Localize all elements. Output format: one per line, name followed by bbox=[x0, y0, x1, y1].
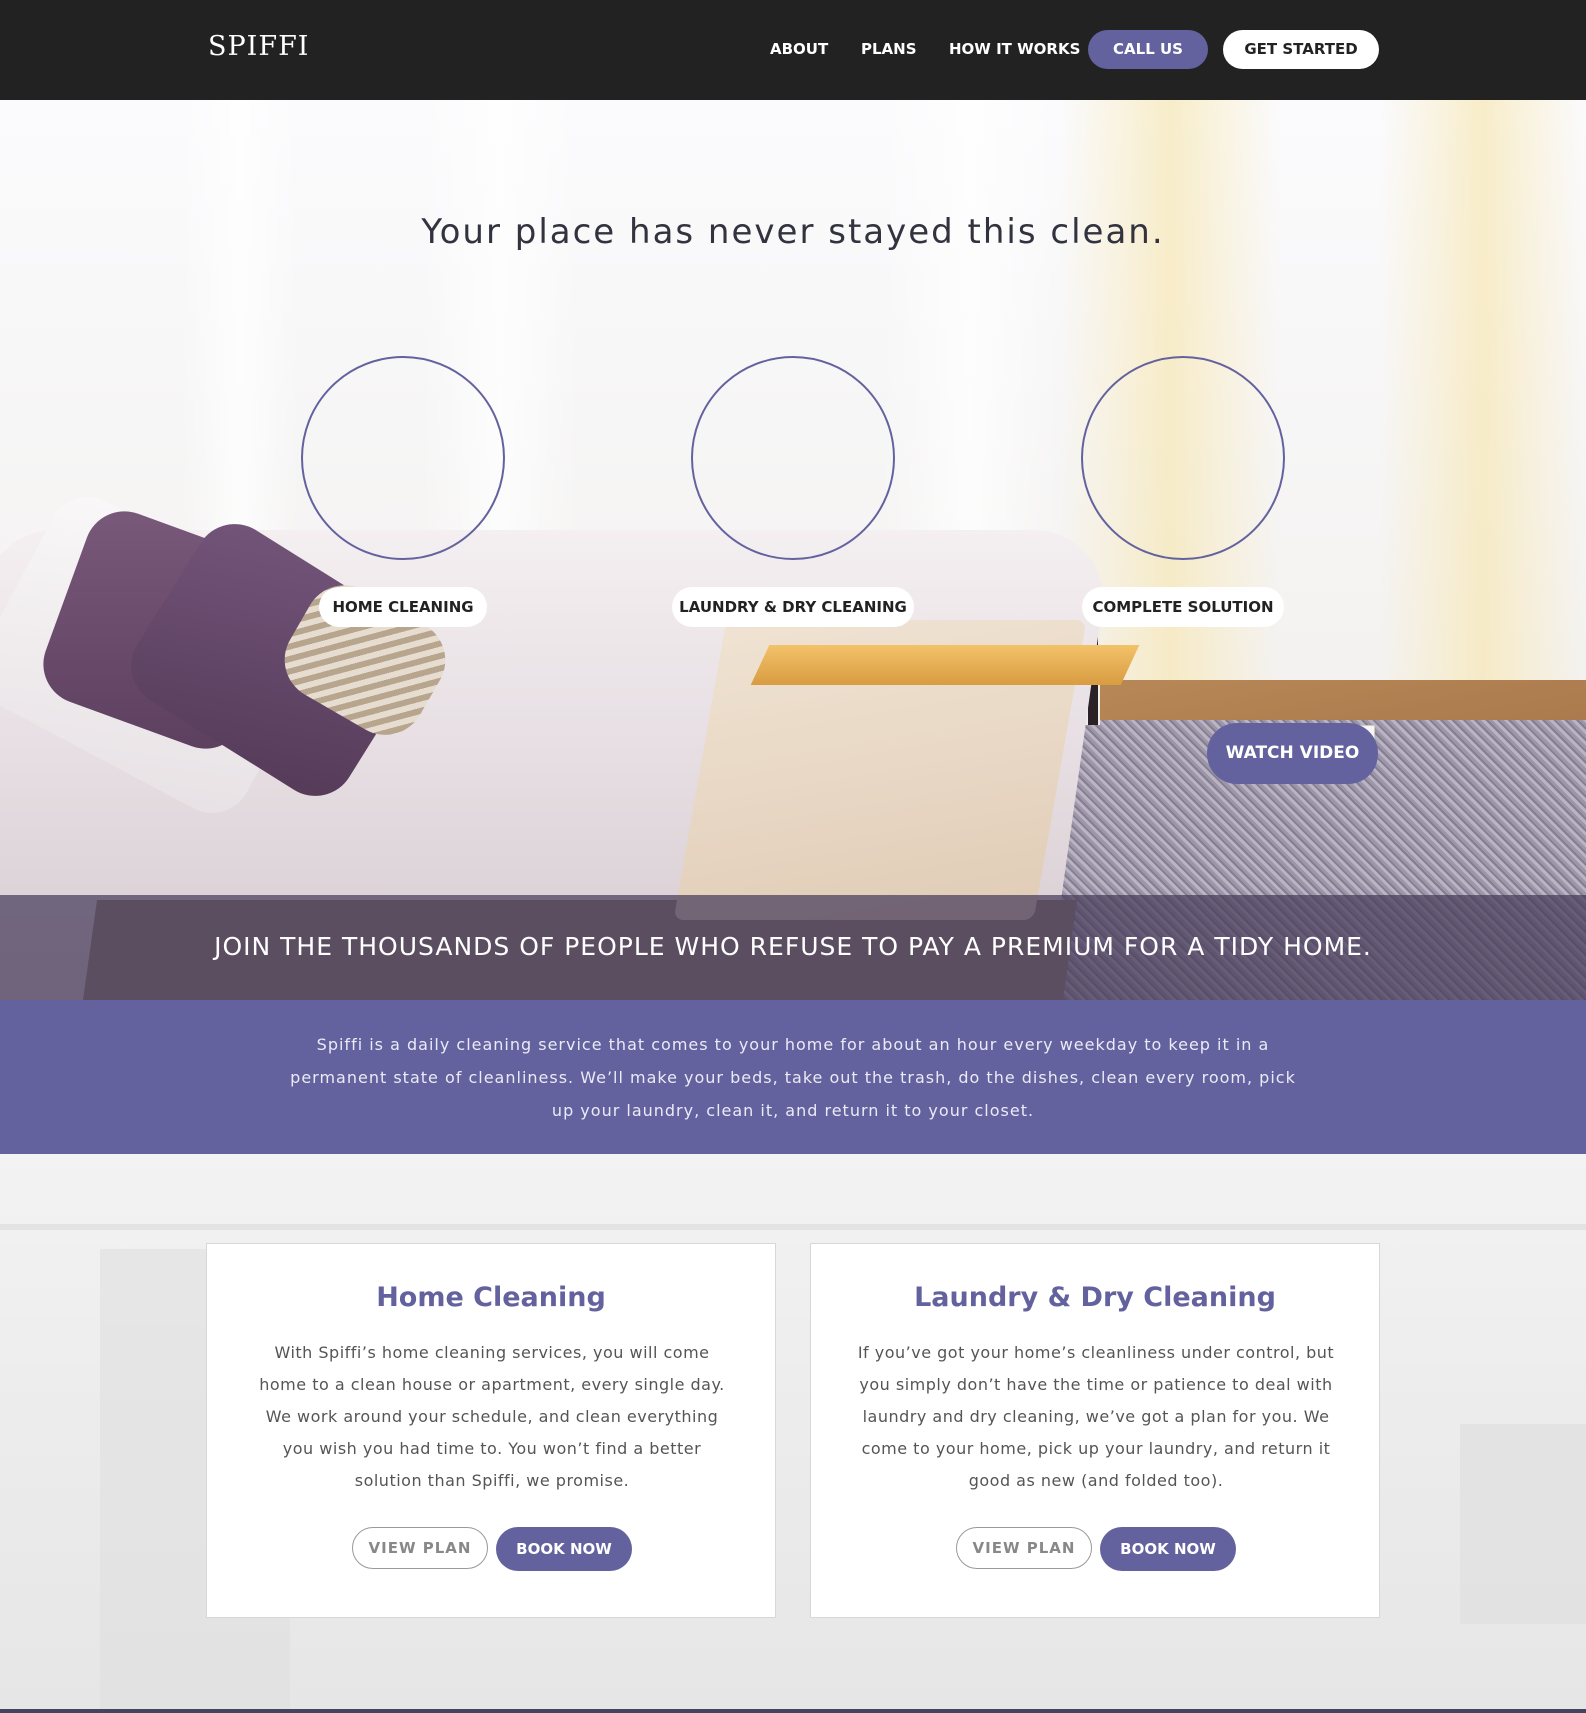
hero-section: Your place has never stayed this clean. … bbox=[0, 100, 1586, 1000]
complete-solution-icon[interactable] bbox=[1081, 356, 1285, 560]
footer-edge bbox=[0, 1709, 1586, 1713]
call-us-button[interactable]: CALL US bbox=[1088, 30, 1208, 69]
laundry-icon[interactable] bbox=[691, 356, 895, 560]
card-body: With Spiffi’s home cleaning services, yo… bbox=[259, 1343, 725, 1490]
hero-title: Your place has never stayed this clean. bbox=[421, 212, 1165, 252]
hero-banner: JOIN THE THOUSANDS OF PEOPLE WHO REFUSE … bbox=[0, 895, 1586, 1000]
service-complete-solution[interactable]: COMPLETE SOLUTION bbox=[1082, 587, 1284, 627]
hero-banner-text: JOIN THE THOUSANDS OF PEOPLE WHO REFUSE … bbox=[214, 932, 1372, 961]
nav-how-it-works[interactable]: HOW IT WORKS bbox=[949, 40, 1080, 58]
book-now-button[interactable]: BOOK NOW bbox=[496, 1527, 632, 1571]
get-started-button[interactable]: GET STARTED bbox=[1223, 30, 1379, 69]
top-navbar: SPIFFI ABOUT PLANS HOW IT WORKS CALL US … bbox=[0, 0, 1586, 100]
card-body: If you’ve got your home’s cleanliness un… bbox=[857, 1343, 1335, 1490]
nav-about[interactable]: ABOUT bbox=[770, 40, 828, 58]
view-plan-button[interactable]: VIEW PLAN bbox=[956, 1527, 1092, 1569]
nav-plans[interactable]: PLANS bbox=[861, 40, 917, 58]
ceiling-beam-decoration bbox=[0, 1224, 1586, 1230]
book-now-button[interactable]: BOOK NOW bbox=[1100, 1527, 1236, 1571]
watch-video-button[interactable]: WATCH VIDEO bbox=[1207, 723, 1378, 784]
intro-section: Spiffi is a daily cleaning service that … bbox=[0, 1000, 1586, 1154]
bench-decoration bbox=[750, 645, 1140, 685]
view-plan-button[interactable]: VIEW PLAN bbox=[352, 1527, 488, 1569]
plan-card-laundry: Laundry & Dry Cleaning If you’ve got you… bbox=[810, 1243, 1380, 1618]
site-logo[interactable]: SPIFFI bbox=[208, 31, 309, 62]
plan-card-home-cleaning: Home Cleaning With Spiffi’s home cleanin… bbox=[206, 1243, 776, 1618]
sign-decoration bbox=[1460, 1424, 1586, 1624]
service-home-cleaning[interactable]: HOME CLEANING bbox=[319, 587, 487, 627]
card-title: Laundry & Dry Cleaning bbox=[914, 1282, 1276, 1313]
home-cleaning-icon[interactable] bbox=[301, 356, 505, 560]
card-title: Home Cleaning bbox=[376, 1282, 606, 1313]
service-laundry-dry-cleaning[interactable]: LAUNDRY & DRY CLEANING bbox=[672, 587, 914, 627]
intro-text: Spiffi is a daily cleaning service that … bbox=[290, 1035, 1296, 1120]
